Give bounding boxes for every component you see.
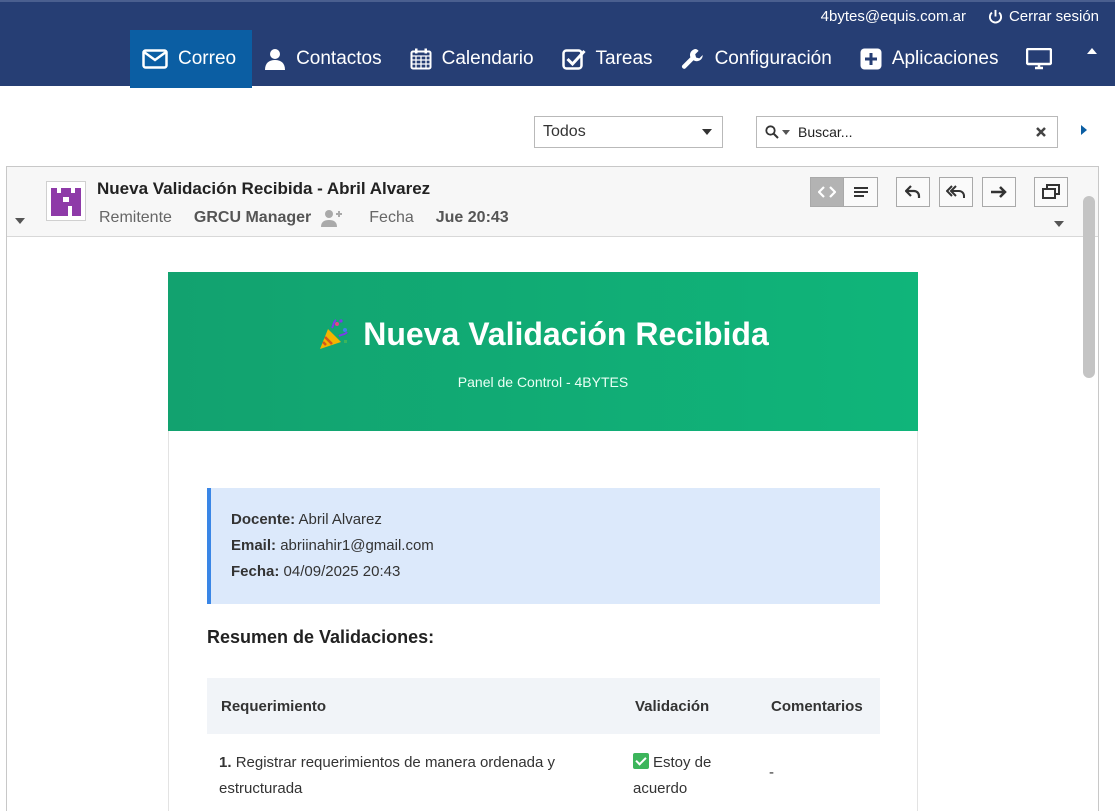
table-row: 1. Registrar requerimientos de manera or…: [207, 734, 880, 811]
plain-text-view-button[interactable]: [844, 177, 878, 207]
nav-label: Calendario: [441, 48, 534, 69]
fecha-value: 04/09/2025 20:43: [283, 563, 401, 580]
nav-label: Aplicaciones: [891, 48, 999, 69]
table-header: Requerimiento Validación Comentarios: [207, 678, 880, 734]
plus-square-icon: [860, 48, 882, 70]
nav-tareas[interactable]: Tareas: [550, 30, 669, 88]
nav-calendario[interactable]: Calendario: [398, 30, 550, 88]
date-value: Jue 20:43: [435, 209, 509, 226]
new-window-icon: [1042, 184, 1060, 199]
envelope-icon: [142, 49, 168, 69]
header-requerimiento: Requerimiento: [221, 698, 327, 715]
fecha-label: Fecha:: [231, 563, 280, 580]
main-nav: Correo Contactos Calendario Tareas Confi…: [130, 30, 1068, 88]
header-comentarios: Comentarios: [771, 698, 863, 715]
clear-search-icon[interactable]: [1035, 126, 1047, 138]
user-area: 4bytes@equis.com.ar Cerrar sesión: [821, 8, 1099, 25]
comment-cell: -: [769, 764, 774, 781]
search-placeholder: Buscar...: [798, 124, 853, 140]
search-options-icon[interactable]: [782, 129, 790, 135]
nav-correo[interactable]: Correo: [130, 30, 253, 88]
monitor-icon: [1026, 48, 1053, 70]
email-label: Email:: [231, 537, 277, 554]
more-options-icon[interactable]: [1054, 221, 1064, 227]
user-email: 4bytes@equis.com.ar: [820, 8, 966, 25]
filter-value: Todos: [543, 123, 586, 140]
search-input[interactable]: Buscar...: [756, 116, 1058, 148]
check-mark-icon: [633, 753, 649, 769]
docente-label: Docente:: [231, 511, 296, 528]
nav-display[interactable]: [1014, 30, 1068, 88]
reply-icon: [905, 185, 921, 198]
chevron-down-icon: [702, 129, 712, 135]
nav-label: Tareas: [595, 48, 653, 69]
nav-label: Correo: [178, 48, 237, 69]
message-header: Nueva Validación Recibida - Abril Alvare…: [7, 167, 1098, 237]
calendar-icon: [410, 48, 432, 70]
nav-label: Contactos: [296, 48, 382, 69]
message-actions: [810, 177, 1068, 207]
castle-logo-icon: [51, 188, 81, 216]
message-subject: Nueva Validación Recibida - Abril Alvare…: [97, 179, 431, 198]
from-label: Remitente: [99, 209, 172, 226]
party-popper-icon: [320, 318, 349, 349]
open-new-window-button[interactable]: [1034, 177, 1068, 207]
top-navigation-bar: 4bytes@equis.com.ar Cerrar sesión Correo…: [0, 0, 1115, 88]
teacher-info-box: Docente: Abril Alvarez Email: abriinahir…: [207, 488, 880, 604]
docente-line: Docente: Abril Alvarez: [231, 510, 880, 536]
validations-summary-title: Resumen de Validaciones:: [207, 627, 435, 647]
collapse-header-icon[interactable]: [1085, 46, 1099, 56]
nav-label: Configuración: [714, 48, 832, 69]
fecha-line: Fecha: 04/09/2025 20:43: [231, 562, 880, 588]
logout-button[interactable]: Cerrar sesión: [988, 8, 1099, 25]
toggle-pane-arrow-icon[interactable]: [1081, 125, 1087, 135]
reply-all-icon: [946, 185, 965, 198]
validation-cell: Estoy de acuerdo: [633, 750, 733, 802]
html-view-button[interactable]: [810, 177, 844, 207]
code-icon: [818, 186, 836, 198]
checkbox-icon: [561, 49, 586, 70]
arrow-right-icon: [991, 186, 1007, 198]
email-line: Email: abriinahir1@gmail.com: [231, 536, 880, 562]
email-value[interactable]: abriinahir1@gmail.com: [280, 537, 434, 554]
message-scrollbar[interactable]: [1083, 196, 1095, 378]
person-icon: [265, 49, 286, 70]
reply-all-button[interactable]: [939, 177, 973, 207]
banner-title: Nueva Validación Recibida: [363, 316, 769, 352]
header-validacion: Validación: [635, 698, 710, 715]
sender-avatar: [46, 181, 86, 221]
add-contact-icon[interactable]: [321, 209, 343, 227]
docente-value: Abril Alvarez: [298, 511, 382, 528]
date-label: Fecha: [369, 209, 414, 226]
text-lines-icon: [853, 187, 868, 197]
nav-contactos[interactable]: Contactos: [252, 30, 398, 88]
banner-title-row: Nueva Validación Recibida: [168, 316, 918, 353]
banner-subtitle: Panel de Control - 4BYTES: [457, 374, 629, 390]
requirement-number: 1.: [219, 754, 232, 771]
requirement-cell: 1. Registrar requerimientos de manera or…: [219, 750, 589, 802]
forward-button[interactable]: [982, 177, 1016, 207]
from-value[interactable]: GRCU Manager: [194, 209, 311, 227]
mail-filter-select[interactable]: Todos: [534, 116, 723, 148]
search-icon[interactable]: [765, 125, 779, 139]
wrench-icon: [681, 48, 703, 69]
nav-configuracion[interactable]: Configuración: [669, 30, 848, 88]
email-banner: Nueva Validación Recibida Panel de Contr…: [168, 272, 918, 431]
message-meta: Remitente GRCU Manager Fecha Jue 20:43: [99, 209, 509, 227]
logout-label: Cerrar sesión: [1008, 8, 1099, 25]
reply-button[interactable]: [896, 177, 930, 207]
expand-headers-icon[interactable]: [15, 218, 25, 224]
requirement-text: Registrar requerimientos de manera orden…: [219, 754, 556, 797]
nav-aplicaciones[interactable]: Aplicaciones: [848, 30, 1015, 88]
power-icon: [988, 9, 1002, 24]
